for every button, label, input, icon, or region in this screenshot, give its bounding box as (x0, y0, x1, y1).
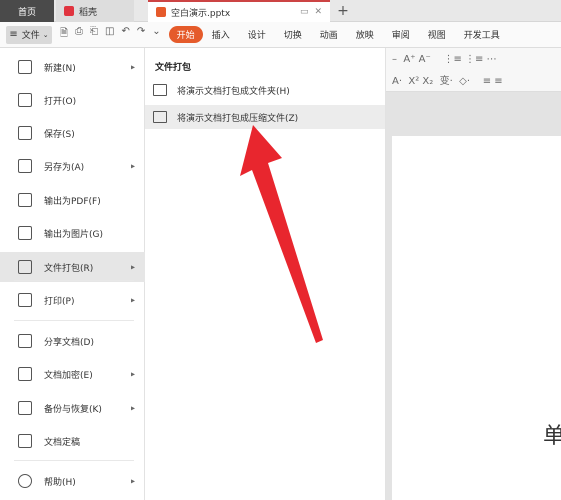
slide-canvas[interactable] (392, 136, 561, 500)
close-tab-icon[interactable]: ✕ (314, 7, 322, 17)
pdf-icon (18, 193, 32, 207)
tab-document[interactable]: 空白演示.pptx ▭ ✕ (148, 0, 330, 22)
new-tab-button[interactable]: + (332, 0, 354, 22)
chevron-right-icon: ▸ (130, 161, 135, 171)
file-menu-item-4[interactable]: 输出为PDF(F) (0, 185, 145, 215)
print-quick-icon[interactable]: ⎗ (90, 26, 98, 43)
file-menu-item-label: 帮助(H) (44, 477, 76, 488)
ribbon-tab-4[interactable]: 动画 (311, 28, 347, 41)
finalize-icon (18, 434, 32, 448)
file-menu-item-label: 输出为PDF(F) (44, 196, 101, 207)
encrypt-icon (18, 367, 32, 381)
chevron-right-icon: ▸ (130, 403, 135, 413)
share-icon (18, 334, 32, 348)
file-menu-item-10[interactable]: 备份与恢复(K) ▸ (0, 393, 145, 423)
image-icon (18, 226, 32, 240)
file-menu-item-label: 文档定稿 (44, 437, 81, 448)
file-menu-item-label: 保存(S) (44, 129, 75, 140)
file-menu-item-label: 备份与恢复(K) (44, 404, 102, 415)
ribbon-tab-0[interactable]: 开始 (168, 26, 203, 43)
docer-logo-icon (64, 6, 74, 16)
print-icon (18, 293, 32, 307)
new-file-icon (18, 60, 32, 74)
package-zip-icon (153, 111, 167, 123)
file-menu-item-11[interactable]: 文档定稿 (0, 426, 145, 456)
file-menu-panel: 新建(N) ▸ 打开(O) 保存(S) 另存为(A) ▸ 输出为PDF(F) 输出为图片(G)… (0, 48, 145, 500)
ribbon-row-1: – A⁺ A⁻ ⋮≡ ⋮≡ ⋯ (392, 54, 497, 65)
package-icon (18, 260, 32, 274)
preview-quick-icon[interactable]: ◫ (105, 26, 114, 43)
file-menu-item-7[interactable]: 打印(P) ▸ (0, 285, 145, 315)
file-menu-item-8[interactable]: 分享文档(D) (0, 326, 145, 356)
save-as-icon (18, 159, 32, 173)
window-icon[interactable]: ▭ (300, 7, 309, 17)
tab-document-label: 空白演示.pptx (171, 8, 231, 19)
backup-icon (18, 401, 32, 415)
file-menu-item-6[interactable]: 文件打包(R) ▸ (0, 252, 145, 282)
file-menu-item-12[interactable]: 帮助(H) ▸ (0, 466, 145, 496)
ribbon-row-2: A· X² X₂ 变· ◇· ≡ ≡ (392, 76, 503, 87)
file-menu-item-label: 打印(P) (44, 296, 75, 307)
chevron-down-icon: ⌄ (42, 30, 49, 39)
tab-home-label: 首页 (17, 7, 36, 18)
file-menu-item-label: 打开(O) (44, 96, 77, 107)
submenu-title: 文件打包 (155, 63, 192, 73)
help-icon (18, 474, 32, 488)
submenu-item-1[interactable]: 将演示文档打包成压缩文件(Z) (145, 105, 385, 129)
file-menu-item-label: 另存为(A) (44, 162, 85, 173)
ribbon-tab-5[interactable]: 放映 (347, 28, 383, 41)
file-menu-item-3[interactable]: 另存为(A) ▸ (0, 151, 145, 181)
redo-icon[interactable]: ↷ (137, 26, 145, 43)
file-menu-item-1[interactable]: 打开(O) (0, 85, 145, 115)
file-menu-item-label: 新建(N) (44, 63, 76, 74)
tab-home[interactable]: 首页 (0, 0, 54, 22)
package-submenu: 文件打包 将演示文档打包成文件夹(H) 将演示文档打包成压缩文件(Z) (145, 48, 386, 500)
submenu-item-label: 将演示文档打包成文件夹(H) (177, 86, 290, 97)
file-menu-item-9[interactable]: 文档加密(E) ▸ (0, 359, 145, 389)
ribbon-tab-7[interactable]: 视图 (419, 28, 455, 41)
chevron-right-icon: ▸ (130, 369, 135, 379)
ribbon-tabs: 开始 插入 设计 切换 动画 放映 审阅 视图 开发工具 (168, 26, 509, 43)
ribbon-tab-6[interactable]: 审阅 (383, 28, 419, 41)
ribbon-tab-2[interactable]: 设计 (239, 28, 275, 41)
export-quick-icon[interactable]: ⎙ (75, 26, 83, 43)
new-tab-label: + (337, 3, 349, 19)
ribbon-panel: – A⁺ A⁻ ⋮≡ ⋮≡ ⋯ A· X² X₂ 变· ◇· ≡ ≡ (386, 48, 561, 92)
file-menu-item-label: 文件打包(R) (44, 263, 94, 274)
file-menu-item-label: 分享文档(D) (44, 337, 94, 348)
file-menu-divider (14, 320, 134, 321)
file-menu-item-label: 输出为图片(G) (44, 229, 103, 240)
submenu-item-label: 将演示文档打包成压缩文件(Z) (177, 113, 299, 124)
hamburger-icon: ≡ (9, 29, 18, 40)
chevron-right-icon: ▸ (130, 476, 135, 486)
chevron-right-icon: ▸ (130, 62, 135, 72)
more-icon[interactable]: ⌄ (152, 26, 160, 43)
file-menu-label: 文件 (21, 31, 40, 41)
file-menu-item-2[interactable]: 保存(S) (0, 118, 145, 148)
quick-access-toolbar: 🗎 ⎙ ⎗ ◫ ↶ ↷ ⌄ (60, 26, 161, 43)
chevron-right-icon: ▸ (130, 262, 135, 272)
presentation-file-icon (156, 7, 166, 17)
save-icon (18, 126, 32, 140)
folder-open-icon (18, 93, 32, 107)
slide-text: 单 (543, 424, 561, 449)
submenu-item-0[interactable]: 将演示文档打包成文件夹(H) (145, 78, 385, 102)
package-folder-icon (153, 84, 167, 96)
undo-icon[interactable]: ↶ (122, 26, 130, 43)
file-menu-item-label: 文档加密(E) (44, 370, 93, 381)
menu-bar: ≡ 文件 ⌄ 🗎 ⎙ ⎗ ◫ ↶ ↷ ⌄ 开始 插入 设计 切换 动画 放映 审阅 视图 开发工… (0, 22, 561, 48)
file-menu-button[interactable]: ≡ 文件 ⌄ (6, 25, 52, 44)
tab-docer-label: 稻壳 (79, 7, 98, 18)
tab-docer[interactable]: 稻壳 (56, 0, 134, 22)
file-menu-divider (14, 280, 134, 281)
file-menu-item-5[interactable]: 输出为图片(G) (0, 218, 145, 248)
save-quick-icon[interactable]: 🗎 (60, 26, 68, 43)
chevron-right-icon: ▸ (130, 295, 135, 305)
ribbon-tab-1[interactable]: 插入 (203, 28, 239, 41)
file-menu-item-0[interactable]: 新建(N) ▸ (0, 52, 145, 82)
ribbon-tab-3[interactable]: 切换 (275, 28, 311, 41)
file-menu-divider (14, 460, 134, 461)
ribbon-tab-8[interactable]: 开发工具 (455, 28, 509, 41)
tab-bar: 首页 稻壳 空白演示.pptx ▭ ✕ + (0, 0, 561, 22)
